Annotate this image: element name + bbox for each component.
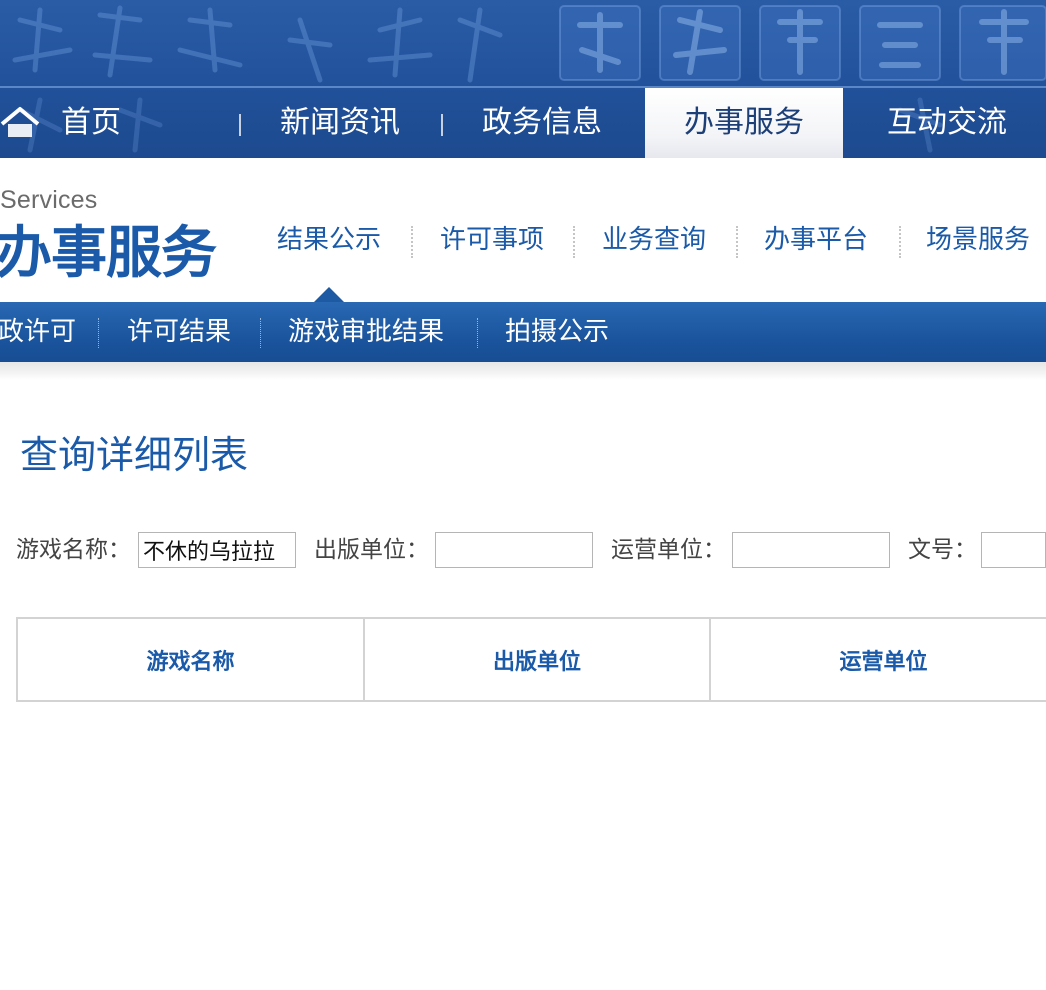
category-admin-permit[interactable]: 政许可 <box>0 302 76 362</box>
subnav-results-publicity[interactable]: 结果公示 <box>277 212 381 268</box>
results-table: 游戏名称 出版单位 运营单位 <box>16 617 1046 702</box>
operator-input[interactable] <box>732 532 890 568</box>
section-sub-navigation: 结果公示 许可事项 业务查询 办事平台 场景服务 <box>0 212 1046 268</box>
nav-interaction[interactable]: 互动交流 <box>866 88 1028 158</box>
subnav-separator <box>411 226 413 258</box>
game-name-label: 游戏名称： <box>16 537 131 563</box>
home-icon <box>0 107 40 137</box>
subnav-permit-items[interactable]: 许可事项 <box>440 212 544 268</box>
category-permit-results[interactable]: 许可结果 <box>127 302 231 362</box>
page-title: 查询详细列表 <box>20 433 249 477</box>
publisher-label: 出版单位： <box>314 537 429 563</box>
category-filming-publicity[interactable]: 拍摄公示 <box>505 302 609 362</box>
subnav-scene-services[interactable]: 场景服务 <box>926 212 1030 268</box>
category-separator <box>260 318 261 348</box>
category-separator <box>98 318 99 348</box>
nav-home[interactable]: 首页 <box>46 88 136 158</box>
active-subnav-pointer <box>314 287 344 302</box>
category-game-approval-results[interactable]: 游戏审批结果 <box>288 302 444 362</box>
nav-services[interactable]: 办事服务 <box>645 88 843 158</box>
nav-separator <box>441 114 443 136</box>
publisher-input[interactable] <box>435 532 593 568</box>
document-number-input[interactable] <box>981 532 1046 568</box>
bar-shadow <box>0 362 1046 380</box>
subnav-business-query[interactable]: 业务查询 <box>602 212 706 268</box>
nav-news[interactable]: 新闻资讯 <box>260 88 420 158</box>
subnav-separator <box>736 226 738 258</box>
column-header-operator[interactable]: 运营单位 <box>709 617 1046 702</box>
subnav-separator <box>899 226 901 258</box>
nav-separator <box>239 114 241 136</box>
header-banner: 首页 新闻资讯 政务信息 办事服务 互动交流 <box>0 0 1046 158</box>
category-separator <box>477 318 478 348</box>
search-filters: 游戏名称： 出版单位： 运营单位： 文号： <box>0 530 1046 570</box>
subnav-service-platform[interactable]: 办事平台 <box>764 212 868 268</box>
column-header-publisher[interactable]: 出版单位 <box>363 617 711 702</box>
column-header-game-name[interactable]: 游戏名称 <box>16 617 365 702</box>
operator-label: 运营单位： <box>611 537 726 563</box>
document-number-label: 文号： <box>908 537 977 563</box>
nav-government-info[interactable]: 政务信息 <box>462 88 622 158</box>
top-navigation: 首页 新闻资讯 政务信息 办事服务 互动交流 <box>0 88 1046 158</box>
category-bar: 政许可 许可结果 游戏审批结果 拍摄公示 <box>0 302 1046 362</box>
subnav-separator <box>573 226 575 258</box>
game-name-input[interactable] <box>138 532 296 568</box>
table-header-row: 游戏名称 出版单位 运营单位 <box>16 617 1046 702</box>
